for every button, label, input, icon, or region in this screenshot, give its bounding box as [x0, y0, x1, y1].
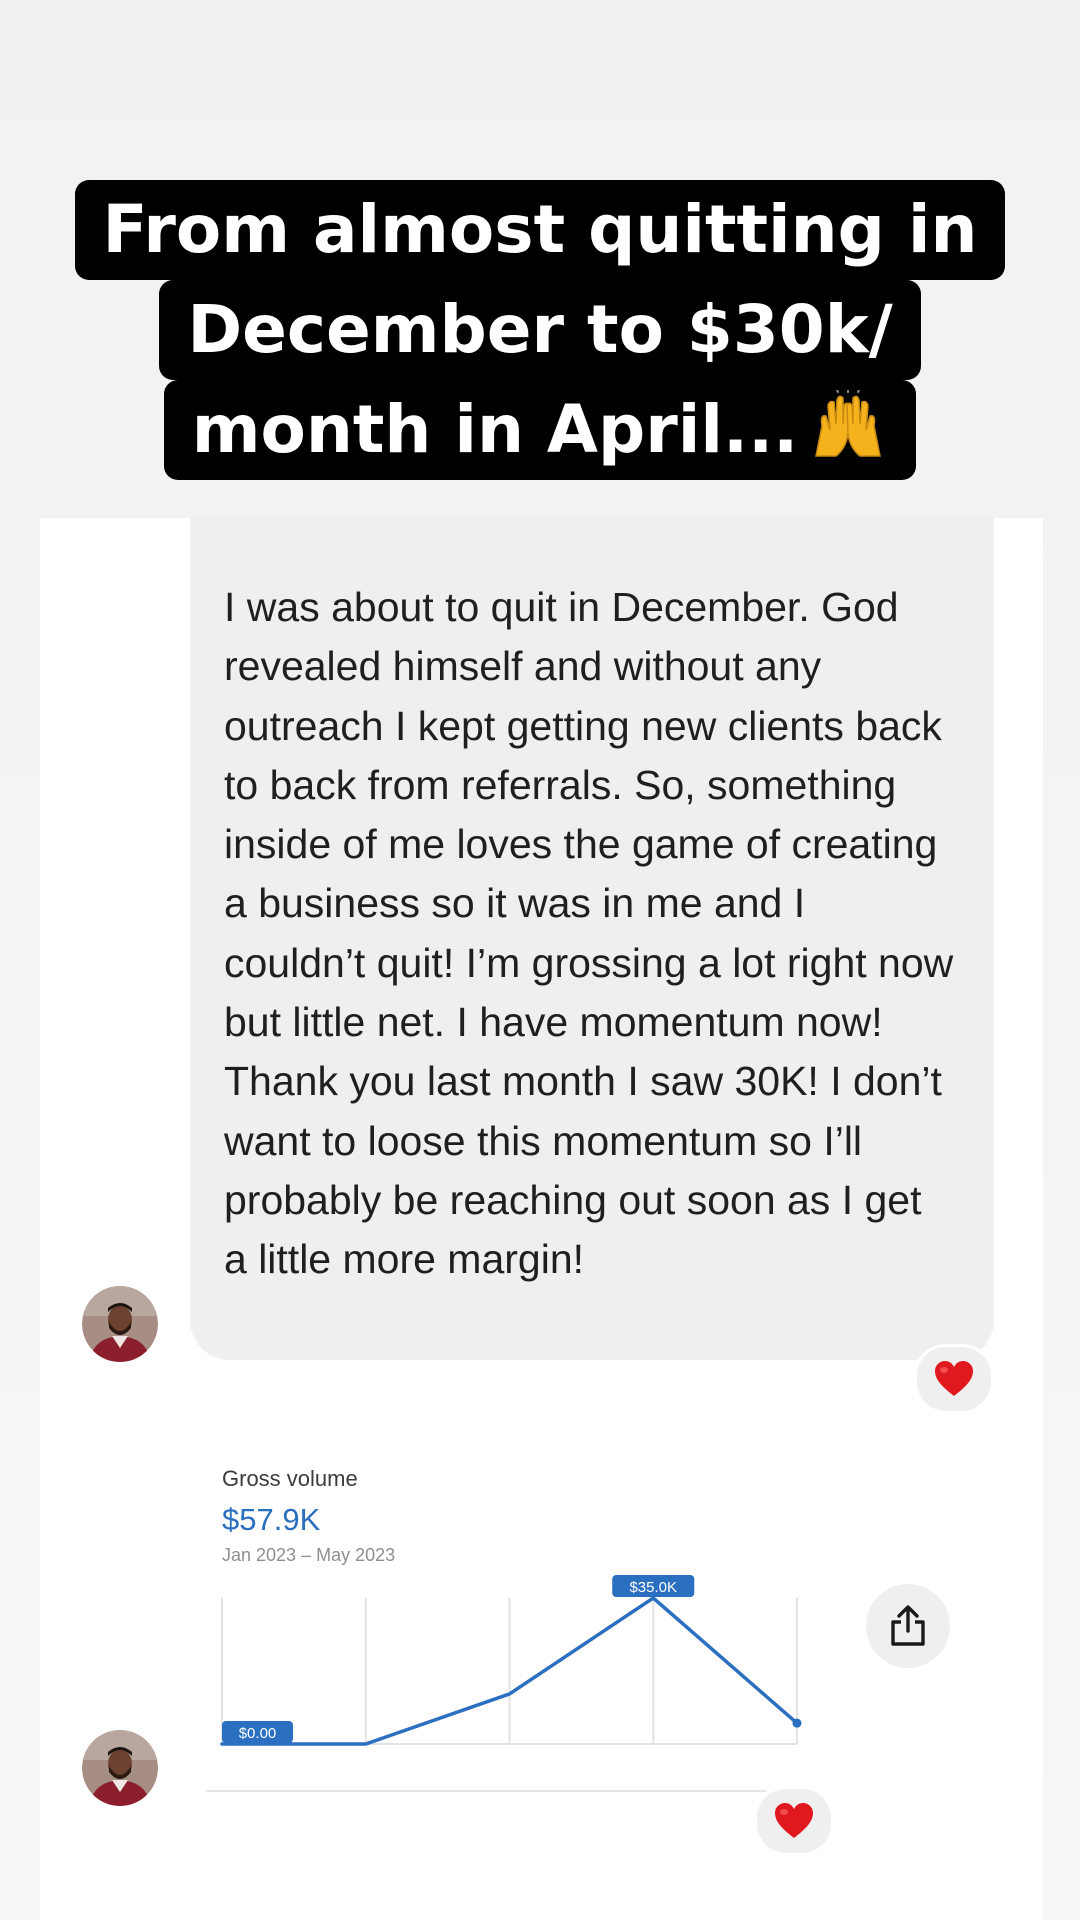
- chart-max-label: $35.0K: [629, 1579, 677, 1596]
- raising-hands-icon: [815, 390, 882, 457]
- caption-line-1: From almost quitting in: [74, 180, 1006, 280]
- avatar-photo-icon: [82, 1286, 158, 1362]
- sender-avatar-2[interactable]: [82, 1730, 158, 1806]
- chart-point: [792, 1718, 802, 1728]
- card-heart-reaction[interactable]: [754, 1786, 834, 1856]
- chart-total-value: $57.9K: [222, 1502, 321, 1537]
- share-icon: [891, 1605, 925, 1646]
- chart-min-label: $0.00: [239, 1725, 277, 1742]
- message-bubble[interactable]: I was about to quit in December. God rev…: [190, 518, 994, 1360]
- heart-icon: [935, 1361, 973, 1396]
- chart-date-range: Jan 2023 – May 2023: [222, 1545, 396, 1565]
- heart-icon: [775, 1803, 813, 1838]
- divider: [206, 1790, 766, 1792]
- chart-title: Gross volume: [222, 1466, 358, 1491]
- message-text: I was about to quit in December. God rev…: [224, 584, 954, 1283]
- sender-avatar[interactable]: [82, 1286, 158, 1362]
- avatar-photo-icon: [82, 1730, 158, 1806]
- caption-line-3: month in April...: [163, 380, 917, 480]
- caption-line-3-text: month in April...: [191, 391, 799, 468]
- caption-line-2: December to $30k/: [159, 280, 921, 380]
- story-caption: From almost quitting in December to $30k…: [0, 180, 1080, 480]
- share-button[interactable]: [866, 1584, 950, 1668]
- message-heart-reaction[interactable]: [914, 1344, 994, 1414]
